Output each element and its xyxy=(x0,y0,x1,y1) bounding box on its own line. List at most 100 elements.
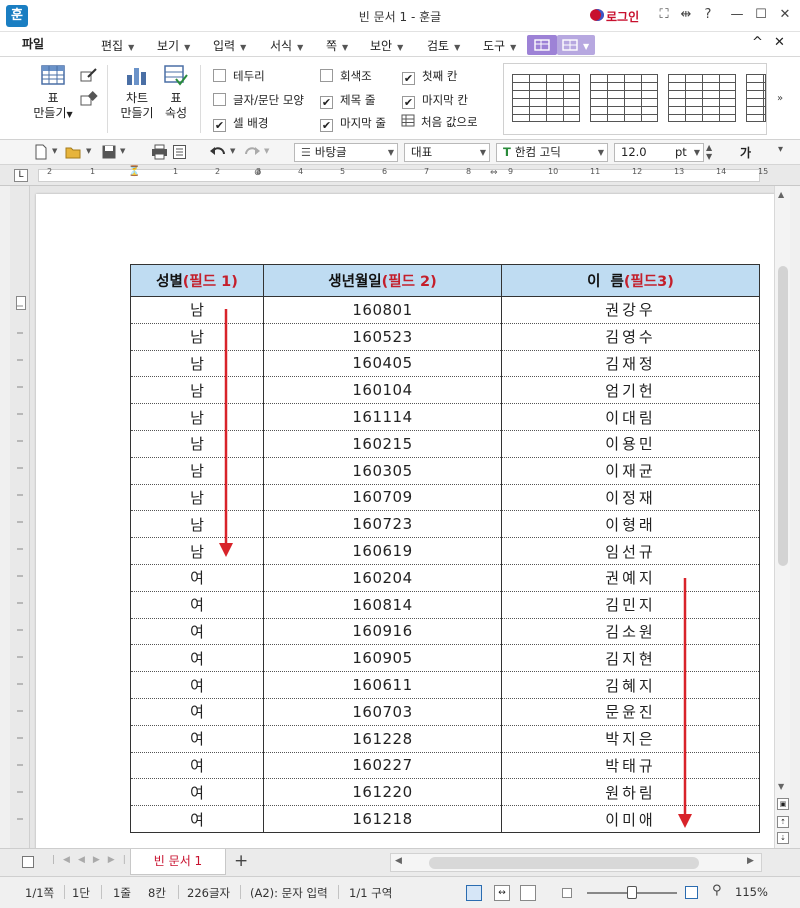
document-area[interactable]: 성별(필드 1) 생년월일(필드 2) 이 름(필드3) 남 160801 권강우 남… xyxy=(30,186,774,848)
size-stepper-icon[interactable]: ▲ ▼ xyxy=(706,143,720,162)
menu-view[interactable]: 보기 ▼ xyxy=(157,37,190,54)
next-page-icon[interactable]: ⇣ xyxy=(777,832,789,844)
collapse-ribbon-icon[interactable]: ^ xyxy=(752,35,763,50)
font-select[interactable]: T 한컴 고딕 ▼ xyxy=(496,143,608,162)
width-view-icon[interactable]: ↔ xyxy=(494,885,510,901)
horizontal-scroll-thumb[interactable] xyxy=(429,857,699,869)
menu-tools[interactable]: 도구 ▼ xyxy=(483,37,516,54)
scroll-left-icon[interactable]: ◀ xyxy=(395,856,402,866)
last-row-checkbox[interactable]: ✔ 마지막 줄 xyxy=(320,115,386,132)
split-icon[interactable]: ⇹ xyxy=(677,6,695,24)
table-style-3[interactable] xyxy=(668,74,736,122)
menu-page[interactable]: 쪽 ▼ xyxy=(326,37,348,54)
ruler-tick: 2 xyxy=(215,167,221,176)
cell-boundary-marker-icon[interactable]: ⊕ xyxy=(254,168,262,178)
scroll-right-icon[interactable]: ▶ xyxy=(747,856,754,866)
scroll-up-icon[interactable]: ▲ xyxy=(778,190,784,199)
vertical-scroll-thumb[interactable] xyxy=(778,266,788,566)
magnifier-icon[interactable]: ⚲ xyxy=(712,883,722,898)
caret-down-icon: ▼ xyxy=(184,43,191,52)
fullscreen-icon[interactable]: ⛶ xyxy=(655,6,673,24)
table-style-gallery[interactable] xyxy=(503,63,767,135)
minimize-icon[interactable]: — xyxy=(728,6,746,24)
prev-page-icon[interactable]: ⇡ xyxy=(777,816,789,828)
table-layout-tab[interactable]: ▼ xyxy=(557,35,595,55)
font-size-input[interactable]: 12.0 pt ▼ xyxy=(614,143,704,162)
close-icon[interactable]: ✕ xyxy=(776,6,794,24)
page-select-icon[interactable]: ▣ xyxy=(777,798,789,810)
gallery-more-icon[interactable]: » xyxy=(777,93,783,104)
make-table-button[interactable]: 표 만들기▼ xyxy=(32,65,74,122)
menu-format[interactable]: 서식 ▼ xyxy=(270,37,303,54)
last-column-checkbox[interactable]: ✔ 마지막 칸 xyxy=(402,92,468,109)
caret-down-icon[interactable]: ▼ xyxy=(264,147,278,161)
vertical-scrollbar[interactable]: ▲ ▼ ▣ ⇡ ⇣ xyxy=(774,186,790,848)
zoom-slider-handle[interactable] xyxy=(627,886,637,899)
grayscale-checkbox[interactable]: 회색조 xyxy=(320,68,372,84)
status-column: 1단 xyxy=(72,886,90,900)
maximize-icon[interactable]: ☐ xyxy=(752,6,770,24)
cell-bg-checkbox[interactable]: ✔ 셀 배경 xyxy=(213,115,268,132)
caret-down-icon[interactable]: ▼ xyxy=(52,147,66,161)
save-icon[interactable] xyxy=(102,145,116,159)
scroll-down-icon[interactable]: ▼ xyxy=(778,782,784,791)
toolbar-more-icon[interactable]: ▾ xyxy=(778,144,792,158)
menu-label: 서식 xyxy=(270,39,293,53)
document-page[interactable]: 성별(필드 1) 생년월일(필드 2) 이 름(필드3) 남 160801 권강우 남… xyxy=(36,194,774,848)
reset-button[interactable]: 처음 값으로 xyxy=(401,114,478,130)
zoom-level[interactable]: 115% xyxy=(735,885,768,899)
table-properties-button[interactable]: 표 속성 xyxy=(160,65,192,121)
menu-insert[interactable]: 입력 ▼ xyxy=(213,37,246,54)
tab-nav-icons[interactable]: |◀◀▶▶| xyxy=(52,855,134,865)
bold-button[interactable]: 가 xyxy=(740,144,754,160)
table-style-4[interactable] xyxy=(746,74,766,122)
page-view-icon[interactable] xyxy=(520,885,536,901)
check-icon: ✔ xyxy=(213,119,226,132)
caret-down-icon[interactable]: ▼ xyxy=(86,147,100,161)
menu-review[interactable]: 검토 ▼ xyxy=(427,37,460,54)
column-marker-icon[interactable]: ⇔ xyxy=(490,168,498,178)
login-button[interactable]: 로그인 xyxy=(606,8,639,25)
eraser-icon[interactable] xyxy=(80,91,98,110)
zoom-out-icon[interactable] xyxy=(562,888,572,898)
document-tab[interactable]: 빈 문서 1 xyxy=(130,849,226,875)
make-chart-button[interactable]: 차트 만들기 xyxy=(115,65,159,121)
normal-view-icon[interactable] xyxy=(466,885,482,901)
menu-security[interactable]: 보안 ▼ xyxy=(370,37,403,54)
checkbox-label: 마지막 칸 xyxy=(422,93,468,107)
paragraph-style-select[interactable]: ☰ 바탕글 ▼ xyxy=(294,143,398,162)
add-tab-button[interactable]: + xyxy=(234,851,248,871)
close-doc-icon[interactable]: ✕ xyxy=(774,35,785,50)
new-document-icon[interactable] xyxy=(34,144,48,160)
status-page[interactable]: 1/1쪽 xyxy=(25,885,54,901)
tab-type-icon[interactable]: L xyxy=(14,169,28,182)
caret-down-icon[interactable]: ▼ xyxy=(230,147,244,161)
language-select[interactable]: 대표 ▼ xyxy=(404,143,490,162)
table-design-tab[interactable] xyxy=(527,35,557,55)
pen-icon[interactable] xyxy=(80,67,98,86)
zoom-in-icon[interactable] xyxy=(685,886,698,899)
redo-icon[interactable] xyxy=(244,145,260,159)
border-checkbox[interactable]: 테두리 xyxy=(213,68,265,84)
horizontal-scrollbar[interactable]: ◀ ▶ xyxy=(390,853,762,872)
menu-file[interactable]: 파일 xyxy=(8,32,58,57)
char-para-checkbox[interactable]: 글자/문단 모양 xyxy=(213,92,304,108)
vertical-ruler[interactable] xyxy=(10,186,30,848)
preview-icon[interactable] xyxy=(173,145,187,159)
caret-down-icon: ▼ xyxy=(454,43,461,52)
caret-down-icon[interactable]: ▼ xyxy=(120,147,134,161)
login-icon[interactable] xyxy=(590,9,604,21)
status-input-mode[interactable]: (A2): 문자 입력 xyxy=(250,885,328,901)
help-icon[interactable]: ? xyxy=(699,6,717,24)
first-column-checkbox[interactable]: ✔ 첫째 칸 xyxy=(402,68,457,85)
table-style-2[interactable] xyxy=(590,74,658,122)
print-icon[interactable] xyxy=(152,144,167,160)
indent-marker-icon[interactable]: ⏳ xyxy=(128,166,140,177)
horizontal-ruler[interactable]: L 2 1 1 2 3 4 5 6 7 8 9 10 11 12 13 14 1… xyxy=(0,165,800,186)
header-row-checkbox[interactable]: ✔ 제목 줄 xyxy=(320,92,375,109)
menu-edit[interactable]: 편집 ▼ xyxy=(101,37,134,54)
open-folder-icon[interactable] xyxy=(65,145,81,159)
table-style-1[interactable] xyxy=(512,74,580,122)
tab-list-icon[interactable] xyxy=(22,856,34,868)
undo-icon[interactable] xyxy=(210,145,225,159)
